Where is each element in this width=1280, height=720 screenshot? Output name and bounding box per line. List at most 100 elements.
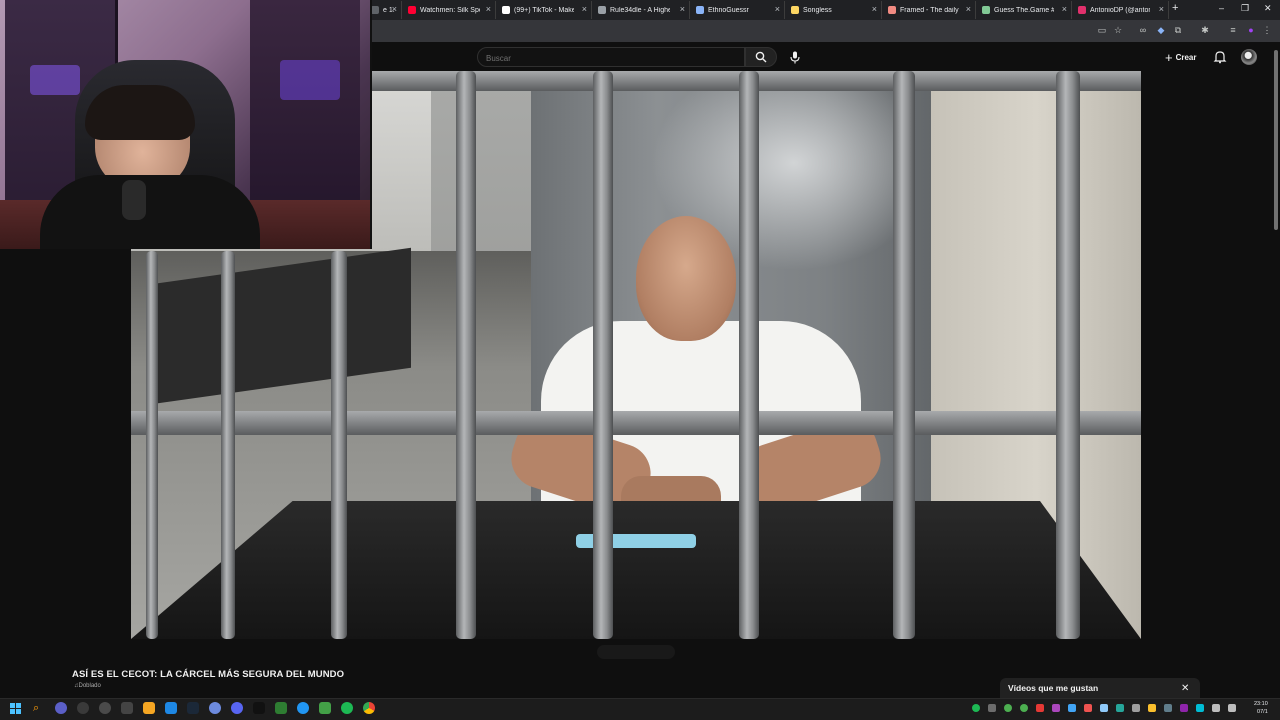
tray-icon[interactable] bbox=[1084, 704, 1092, 712]
minimize-button[interactable]: – bbox=[1219, 3, 1224, 13]
cell-bar bbox=[1056, 71, 1080, 639]
youtube-icon bbox=[408, 6, 416, 14]
app-icon-green[interactable] bbox=[275, 702, 287, 714]
extension-icon-blue[interactable]: ◆ bbox=[1156, 25, 1166, 35]
person-head bbox=[636, 216, 736, 341]
voice-search-button[interactable] bbox=[788, 50, 802, 64]
close-tab-icon[interactable]: × bbox=[872, 4, 877, 14]
clock-time: 23:10 bbox=[1254, 701, 1268, 707]
search-input[interactable] bbox=[478, 49, 736, 68]
cell-bar bbox=[456, 71, 476, 639]
tiktok-icon bbox=[502, 6, 510, 14]
close-tab-icon[interactable]: × bbox=[775, 4, 780, 14]
tiktok-icon[interactable] bbox=[253, 702, 265, 714]
close-tab-icon[interactable]: × bbox=[680, 4, 685, 14]
browser-tab[interactable]: Guess The.Game #133 × bbox=[976, 1, 1072, 19]
bookmark-star-icon[interactable]: ☆ bbox=[1113, 25, 1123, 35]
steam-icon[interactable] bbox=[187, 702, 199, 714]
app-icon-globe[interactable] bbox=[209, 702, 221, 714]
app-icon-terminal[interactable] bbox=[121, 702, 133, 714]
tab-title: EthnoGuessr bbox=[708, 6, 749, 14]
windows-start-icon[interactable] bbox=[10, 703, 21, 714]
browser-tab[interactable]: Songless × bbox=[785, 1, 882, 19]
table bbox=[131, 501, 1141, 639]
menu-icon[interactable]: ⋮ bbox=[1262, 25, 1272, 35]
tray-icon[interactable] bbox=[1116, 704, 1124, 712]
tray-icon[interactable] bbox=[1068, 704, 1076, 712]
browser-tab[interactable]: Rule34dle - A Higher × bbox=[592, 1, 690, 19]
close-tab-icon[interactable]: × bbox=[1159, 4, 1164, 14]
tray-icon[interactable] bbox=[1164, 704, 1172, 712]
tray-icon[interactable] bbox=[1180, 704, 1188, 712]
app-icon-blue[interactable] bbox=[165, 702, 177, 714]
generic-icon bbox=[371, 6, 379, 14]
close-tab-icon[interactable]: × bbox=[392, 4, 397, 14]
search-icon bbox=[755, 51, 767, 63]
scrollbar[interactable] bbox=[1274, 50, 1278, 230]
account-avatar[interactable] bbox=[1241, 49, 1257, 65]
tab-title: Guess The.Game #133 bbox=[994, 6, 1054, 14]
app-icon-c[interactable] bbox=[297, 702, 309, 714]
browser-tab[interactable]: EthnoGuessr × bbox=[690, 1, 785, 19]
extensions-icon[interactable]: ✱ bbox=[1200, 25, 1210, 35]
reading-icon[interactable]: ≡ bbox=[1228, 25, 1238, 35]
create-button[interactable]: + Crear bbox=[1165, 49, 1197, 65]
discord-icon[interactable] bbox=[231, 702, 243, 714]
dubbed-badge: ♫Doblado bbox=[74, 683, 101, 689]
app-icon-4k[interactable] bbox=[77, 702, 89, 714]
tray-icon[interactable] bbox=[1052, 704, 1060, 712]
scrollbar-thumb[interactable] bbox=[1274, 50, 1278, 230]
browser-tab[interactable]: Watchmen: Silk Spectr × bbox=[402, 1, 496, 19]
globe-icon bbox=[598, 6, 606, 14]
spotify-icon[interactable] bbox=[341, 702, 353, 714]
cell-bar bbox=[221, 251, 235, 639]
music-icon bbox=[791, 6, 799, 14]
volume-icon[interactable] bbox=[1228, 704, 1236, 712]
search-box[interactable] bbox=[477, 47, 745, 68]
tab-title: Watchmen: Silk Spectr bbox=[420, 6, 480, 14]
tray-icon[interactable] bbox=[988, 704, 996, 712]
wifi-icon[interactable] bbox=[1212, 704, 1220, 712]
tray-icon[interactable] bbox=[1100, 704, 1108, 712]
puzzle-icon[interactable]: ⧉ bbox=[1173, 25, 1183, 35]
create-label: Crear bbox=[1175, 52, 1197, 62]
close-tab-icon[interactable]: × bbox=[582, 4, 587, 14]
install-icon[interactable]: ▭ bbox=[1097, 25, 1107, 35]
search-button[interactable] bbox=[745, 47, 777, 67]
tray-spotify-icon[interactable] bbox=[972, 704, 980, 712]
close-tab-icon[interactable]: × bbox=[1062, 4, 1067, 14]
close-window-button[interactable]: ✕ bbox=[1264, 3, 1272, 14]
browser-tab[interactable]: (99+) TikTok - Make Yo × bbox=[496, 1, 592, 19]
close-tab-icon[interactable]: × bbox=[486, 4, 491, 14]
app-icon-v[interactable] bbox=[55, 702, 67, 714]
notifications-bell-icon[interactable] bbox=[1213, 50, 1227, 64]
app-icon-g[interactable] bbox=[319, 702, 331, 714]
webcam-overlay bbox=[0, 0, 372, 249]
cell-bar bbox=[593, 71, 613, 639]
cell-bar bbox=[893, 71, 915, 639]
browser-tab[interactable]: AntonioDP (@antonio × bbox=[1072, 1, 1169, 19]
profile-icon[interactable]: ● bbox=[1246, 25, 1256, 35]
video-title: ASÍ ES EL CECOT: LA CÁRCEL MÁS SEGURA DE… bbox=[72, 669, 345, 680]
tray-icon[interactable] bbox=[1148, 704, 1156, 712]
tab-title: Framed - The daily mo bbox=[900, 6, 960, 14]
tray-icon[interactable] bbox=[1132, 704, 1140, 712]
player-controls-pill[interactable] bbox=[597, 645, 675, 659]
extension-icon[interactable]: ∞ bbox=[1138, 25, 1148, 35]
tray-icon[interactable] bbox=[1196, 704, 1204, 712]
tray-icon[interactable] bbox=[1020, 704, 1028, 712]
search-taskbar-icon[interactable]: ⌕ bbox=[33, 702, 45, 714]
maximize-button[interactable]: ❐ bbox=[1241, 3, 1249, 14]
close-panel-button[interactable]: ✕ bbox=[1181, 683, 1189, 694]
tab-title: Rule34dle - A Higher bbox=[610, 6, 670, 14]
tray-icon[interactable] bbox=[1036, 704, 1044, 712]
liked-videos-panel[interactable]: Vídeos que me gustan ✕ bbox=[1000, 678, 1200, 698]
tray-icon[interactable] bbox=[1004, 704, 1012, 712]
new-tab-button[interactable]: + bbox=[1172, 2, 1178, 14]
system-clock[interactable]: 23:10 07/1 bbox=[1254, 700, 1268, 716]
close-tab-icon[interactable]: × bbox=[966, 4, 971, 14]
app-icon-yellow[interactable] bbox=[143, 702, 155, 714]
chrome-icon[interactable] bbox=[363, 702, 375, 714]
app-icon-arrow[interactable] bbox=[99, 702, 111, 714]
browser-tab[interactable]: Framed - The daily mo × bbox=[882, 1, 976, 19]
